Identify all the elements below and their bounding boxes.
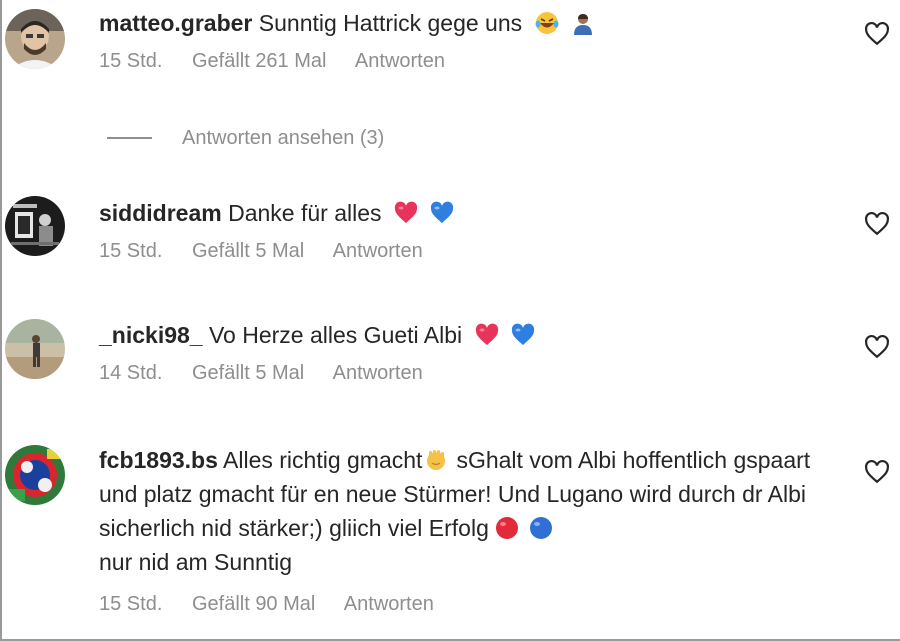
comment-meta: 15 Std. Gefällt 261 Mal Antworten: [99, 48, 832, 74]
person-emoji-icon: [571, 11, 595, 35]
comment-text: fcb1893.bs Alles richtig gmacht sGhalt v…: [99, 443, 832, 579]
username[interactable]: siddidream: [99, 200, 222, 226]
reply-button[interactable]: Antworten: [333, 240, 423, 262]
avatar[interactable]: [5, 9, 65, 69]
red-circle-emoji-icon: [495, 516, 519, 540]
comment-body: siddidream Danke für alles 15 Std. Gefäl…: [99, 196, 832, 264]
waving-hand-emoji-icon: [424, 448, 448, 472]
comment-text: siddidream Danke für alles: [99, 196, 832, 230]
comment-time: 14 Std.: [99, 362, 163, 384]
like-count[interactable]: Gefällt 90 Mal: [192, 593, 315, 615]
red-heart-emoji-icon: [475, 323, 499, 347]
like-count[interactable]: Gefällt 5 Mal: [192, 240, 304, 262]
like-heart-icon[interactable]: [864, 459, 890, 485]
avatar[interactable]: [5, 196, 65, 256]
reply-button[interactable]: Antworten: [355, 50, 445, 72]
red-heart-emoji-icon: [394, 201, 418, 225]
comment-content: Sunntig Hattrick gege uns: [258, 10, 523, 36]
comment-list: matteo.graber Sunntig Hattrick gege uns …: [0, 0, 900, 641]
reply-button[interactable]: Antworten: [344, 593, 434, 615]
view-replies-button[interactable]: Antworten ansehen (3): [107, 124, 384, 152]
comment-time: 15 Std.: [99, 240, 163, 262]
like-heart-icon[interactable]: [864, 21, 890, 47]
comment-content: Vo Herze alles Gueti Albi: [208, 322, 463, 348]
comment-meta: 14 Std. Gefällt 5 Mal Antworten: [99, 360, 832, 386]
blue-circle-emoji-icon: [529, 516, 553, 540]
comment-text: matteo.graber Sunntig Hattrick gege uns: [99, 6, 832, 40]
comment-meta: 15 Std. Gefällt 90 Mal Antworten: [99, 591, 832, 617]
like-count[interactable]: Gefällt 261 Mal: [192, 50, 327, 72]
comment-body: _nicki98_ Vo Herze alles Gueti Albi 14 S…: [99, 318, 832, 386]
like-heart-icon[interactable]: [864, 211, 890, 237]
comment-time: 15 Std.: [99, 593, 163, 615]
comment-content-part1: Alles richtig gmacht: [223, 447, 423, 473]
laughing-tears-emoji-icon: [535, 11, 559, 35]
username[interactable]: matteo.graber: [99, 10, 252, 36]
avatar[interactable]: [5, 445, 65, 505]
blue-heart-emoji-icon: [430, 201, 454, 225]
blue-heart-emoji-icon: [511, 323, 535, 347]
comment-text: _nicki98_ Vo Herze alles Gueti Albi: [99, 318, 832, 352]
username[interactable]: fcb1893.bs: [99, 447, 218, 473]
view-replies-line: [107, 137, 152, 139]
like-count[interactable]: Gefällt 5 Mal: [192, 362, 304, 384]
username[interactable]: _nicki98_: [99, 322, 203, 348]
comment-meta: 15 Std. Gefällt 5 Mal Antworten: [99, 238, 832, 264]
reply-button[interactable]: Antworten: [333, 362, 423, 384]
like-heart-icon[interactable]: [864, 334, 890, 360]
comment-body: fcb1893.bs Alles richtig gmacht sGhalt v…: [99, 443, 832, 617]
comment-time: 15 Std.: [99, 50, 163, 72]
comment-content-part3: nur nid am Sunntig: [99, 549, 293, 575]
avatar[interactable]: [5, 319, 65, 379]
view-replies-label[interactable]: Antworten ansehen (3): [182, 127, 384, 150]
comment-body: matteo.graber Sunntig Hattrick gege uns …: [99, 6, 832, 74]
comment-content: Danke für alles: [228, 200, 382, 226]
